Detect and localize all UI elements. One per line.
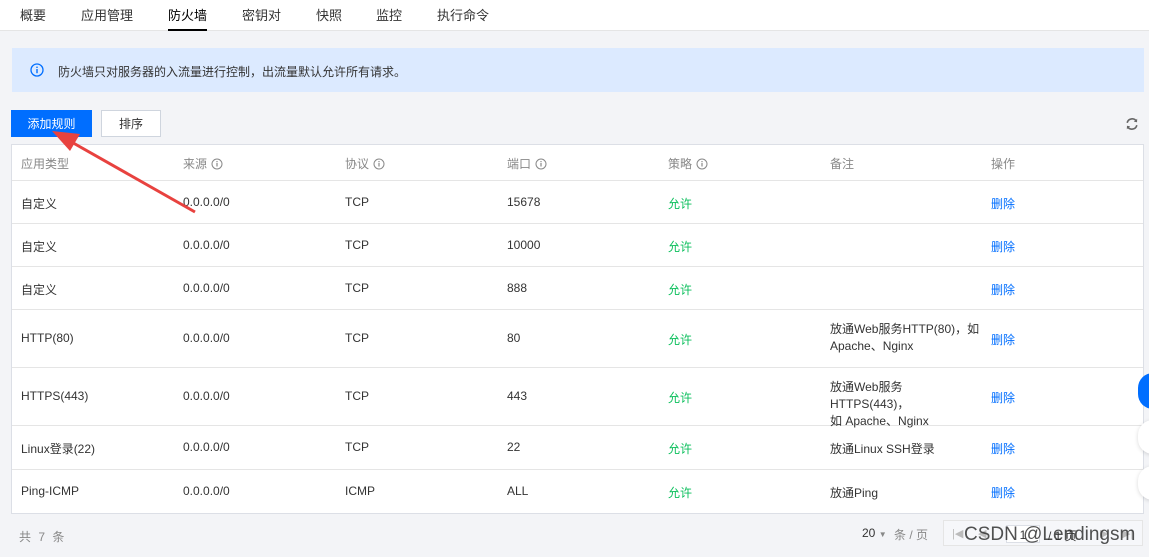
info-icon[interactable] — [696, 158, 708, 170]
cell-protocol: TCP — [345, 389, 369, 403]
cell-protocol: TCP — [345, 281, 369, 295]
table-row: 自定义 0.0.0.0/0 TCP 15678 允许 删除 — [12, 180, 1143, 224]
tab-key-pairs[interactable]: 密钥对 — [242, 0, 281, 30]
tab-firewall[interactable]: 防火墙 — [168, 0, 208, 31]
cell-port: 80 — [507, 331, 521, 345]
info-icon[interactable] — [373, 158, 385, 170]
cell-port: 888 — [507, 281, 528, 295]
delete-link[interactable]: 删除 — [991, 484, 1015, 501]
cell-note: 放通Web服务HTTPS(443)， 如 Apache、Nginx — [830, 379, 980, 430]
refresh-icon[interactable] — [1124, 116, 1140, 132]
cell-port: ALL — [507, 484, 529, 498]
page-size-value: 20 — [862, 526, 876, 540]
cell-source: 0.0.0.0/0 — [183, 238, 230, 252]
table-row: 自定义 0.0.0.0/0 TCP 10000 允许 删除 — [12, 223, 1143, 267]
info-notice: 防火墙只对服务器的入流量进行控制，出流量默认允许所有请求。 — [12, 48, 1144, 92]
total-count: 共 7 条 — [19, 530, 67, 544]
cell-policy: 允许 — [668, 391, 693, 405]
per-page-label: 条 / 页 — [894, 528, 929, 542]
delete-link[interactable]: 删除 — [991, 238, 1015, 255]
notice-text: 防火墙只对服务器的入流量进行控制，出流量默认允许所有请求。 — [58, 65, 407, 79]
cell-policy: 允许 — [668, 333, 693, 347]
note-line: Apache、Nginx — [830, 339, 914, 353]
note-line: 放通Web服务HTTPS(443)， — [830, 380, 910, 411]
cell-port: 10000 — [507, 238, 541, 252]
first-page-icon[interactable]: |◀ — [952, 527, 963, 540]
tab-snapshots[interactable]: 快照 — [316, 0, 342, 30]
table-row: HTTPS(443) 0.0.0.0/0 TCP 443 允许 放通Web服务H… — [12, 367, 1143, 428]
col-header-port-label: 端口 — [507, 157, 532, 171]
cell-policy: 允许 — [668, 486, 693, 500]
col-header-protocol: 协议 — [345, 155, 385, 172]
cell-source: 0.0.0.0/0 — [183, 440, 230, 454]
col-header-actions: 操作 — [991, 157, 1016, 171]
col-header-source-label: 来源 — [183, 157, 208, 171]
cell-policy: 允许 — [668, 197, 693, 211]
col-header-note: 备注 — [830, 157, 855, 171]
delete-link[interactable]: 删除 — [991, 389, 1015, 406]
cell-note: 放通Web服务HTTP(80)，如 Apache、Nginx — [830, 321, 980, 355]
cell-protocol: TCP — [345, 440, 369, 454]
caret-down-icon: ▼ — [878, 530, 887, 539]
cell-note: 放通Ping — [830, 486, 879, 500]
col-header-port: 端口 — [507, 155, 547, 172]
cell-note: 放通Linux SSH登录 — [830, 442, 935, 456]
page-size-select[interactable]: 20 ▼ — [862, 526, 887, 540]
tab-run-command[interactable]: 执行命令 — [437, 0, 489, 30]
cell-app-type: Linux登录(22) — [21, 442, 96, 456]
cell-policy: 允许 — [668, 442, 693, 456]
table-header: 应用类型 来源 协议 端口 策略 备注 操作 — [12, 145, 1143, 181]
cell-protocol: ICMP — [345, 484, 375, 498]
cell-source: 0.0.0.0/0 — [183, 331, 230, 345]
cell-source: 0.0.0.0/0 — [183, 281, 230, 295]
tab-monitoring[interactable]: 监控 — [376, 0, 402, 30]
note-line: 放通Web服务HTTP(80)，如 — [830, 322, 980, 336]
sort-button[interactable]: 排序 — [101, 110, 161, 137]
watermark-text: CSDN @Lendingsm — [964, 524, 1136, 545]
cell-protocol: TCP — [345, 331, 369, 345]
col-header-app-type: 应用类型 — [21, 157, 70, 171]
firewall-rules-table: 应用类型 来源 协议 端口 策略 备注 操作 自定义 0.0.0.0/0 TCP… — [11, 144, 1144, 514]
col-header-policy-label: 策略 — [668, 157, 693, 171]
tab-overview[interactable]: 概要 — [20, 0, 46, 30]
cell-app-type: 自定义 — [21, 283, 58, 297]
col-header-protocol-label: 协议 — [345, 157, 370, 171]
table-row: Linux登录(22) 0.0.0.0/0 TCP 22 允许 放通Linux … — [12, 425, 1143, 470]
cell-policy: 允许 — [668, 240, 693, 254]
info-icon[interactable] — [535, 158, 547, 170]
delete-link[interactable]: 删除 — [991, 281, 1015, 298]
cell-protocol: TCP — [345, 238, 369, 252]
cell-policy: 允许 — [668, 283, 693, 297]
cell-port: 443 — [507, 389, 528, 403]
cell-protocol: TCP — [345, 195, 369, 209]
cell-port: 22 — [507, 440, 521, 454]
info-icon[interactable] — [211, 158, 223, 170]
cell-source: 0.0.0.0/0 — [183, 389, 230, 403]
info-icon — [30, 63, 44, 77]
delete-link[interactable]: 删除 — [991, 195, 1015, 212]
cell-source: 0.0.0.0/0 — [183, 484, 230, 498]
add-rule-button[interactable]: 添加规则 — [11, 110, 92, 137]
cell-source: 0.0.0.0/0 — [183, 195, 230, 209]
table-row: 自定义 0.0.0.0/0 TCP 888 允许 删除 — [12, 266, 1143, 310]
cell-app-type: 自定义 — [21, 240, 58, 254]
cell-app-type: HTTPS(443) — [21, 389, 89, 403]
delete-link[interactable]: 删除 — [991, 331, 1015, 348]
table-row: Ping-ICMP 0.0.0.0/0 ICMP ALL 允许 放通Ping 删… — [12, 469, 1143, 513]
col-header-policy: 策略 — [668, 155, 708, 172]
tab-firewall-label: 防火墙 — [168, 8, 208, 23]
delete-link[interactable]: 删除 — [991, 440, 1015, 457]
col-header-source: 来源 — [183, 155, 223, 172]
cell-app-type: 自定义 — [21, 197, 58, 211]
cell-app-type: HTTP(80) — [21, 331, 74, 345]
cell-app-type: Ping-ICMP — [21, 484, 80, 498]
active-tab-indicator — [168, 29, 208, 31]
table-row: HTTP(80) 0.0.0.0/0 TCP 80 允许 放通Web服务HTTP… — [12, 309, 1143, 368]
cell-port: 15678 — [507, 195, 541, 209]
tab-app-management[interactable]: 应用管理 — [81, 0, 133, 30]
top-tab-bar: 概要 应用管理 防火墙 密钥对 快照 监控 执行命令 — [0, 0, 1149, 31]
